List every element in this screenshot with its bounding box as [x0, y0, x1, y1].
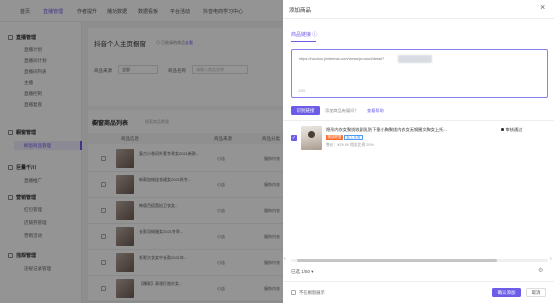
- status-dot-icon: [501, 128, 504, 131]
- hide-in-showcase-checkbox[interactable]: [291, 290, 296, 295]
- close-icon[interactable]: ×: [540, 3, 545, 12]
- add-product-drawer: 添加商品 × 商品链接 ⓘ https://haohuo.jinritemai.…: [283, 0, 554, 303]
- divider: [283, 281, 554, 282]
- url-textarea[interactable]: https://haohuo.jinritemai.com/views/prod…: [291, 49, 548, 98]
- divider: [283, 120, 554, 121]
- url-redacted: [398, 55, 432, 63]
- drawer-title: 添加商品: [289, 8, 312, 14]
- scroll-left-icon[interactable]: ‹: [284, 256, 286, 262]
- scroll-right-icon[interactable]: ›: [550, 256, 552, 262]
- help-hint-text: 添加商品有疑问？: [325, 108, 359, 113]
- product-thumbnail: [301, 126, 322, 150]
- tab-product-link[interactable]: 商品链接 ⓘ: [291, 31, 317, 38]
- scrollbar-thumb[interactable]: [297, 259, 497, 262]
- audit-status: 审核通过: [501, 127, 522, 133]
- result-product-title[interactable]: 隐形内衣女聚拢收副乳防下垂小胸聚拢内衣女无钢圈文胸女上托...: [326, 127, 464, 133]
- help-link[interactable]: 查看帮助: [367, 108, 384, 114]
- hide-in-showcase-label: 不在橱窗展示: [299, 290, 325, 295]
- recognize-link-button[interactable]: 识别链接: [291, 106, 320, 115]
- url-text: https://haohuo.jinritemai.com/views/prod…: [299, 57, 385, 61]
- url-char-count: 1/20: [298, 89, 306, 93]
- tab-underline: [291, 41, 316, 42]
- horizontal-scrollbar[interactable]: ‹ ›: [284, 256, 552, 262]
- new-user-badge: 新人专享: [344, 135, 363, 140]
- gear-icon[interactable]: ⚙: [538, 267, 543, 274]
- result-meta: 售价：¥29.90 佣金比例 20%: [326, 143, 374, 147]
- divider: [283, 18, 554, 19]
- selected-count[interactable]: 已选 1/50 ▾: [291, 269, 314, 275]
- confirm-add-button[interactable]: 确认添加: [492, 288, 521, 297]
- selection-alliance-badge: 精选联盟: [326, 135, 343, 140]
- result-product-row[interactable]: ✓ 隐形内衣女聚拢收副乳防下垂小胸聚拢内衣女无钢圈文胸女上托... 精选联盟 新…: [291, 124, 548, 154]
- cancel-button[interactable]: 取消: [526, 288, 546, 297]
- result-checkbox[interactable]: ✓: [291, 135, 297, 141]
